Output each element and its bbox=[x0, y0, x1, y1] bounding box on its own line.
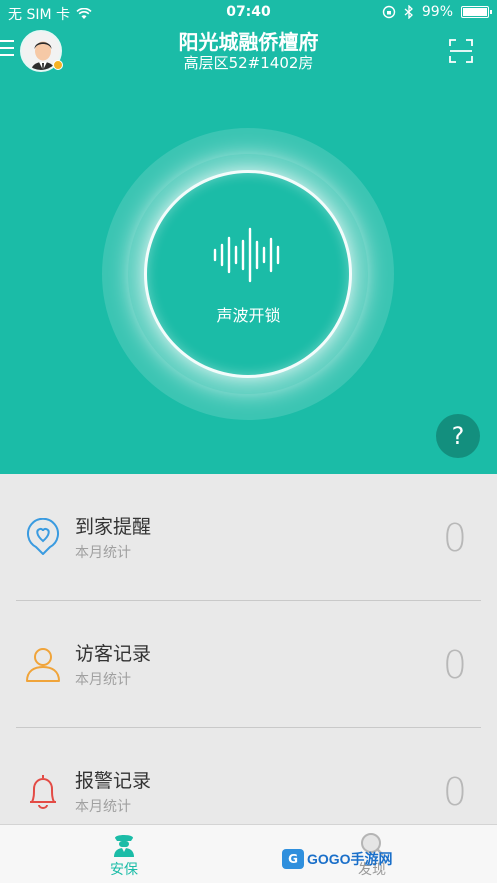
bell-icon bbox=[30, 775, 56, 809]
hero-panel: 阳光城融侨檀府 高层区52#1402房 声波开锁 ? bbox=[0, 26, 497, 474]
sonic-unlock-label: 声波开锁 bbox=[216, 306, 281, 325]
records-list: 到家提醒 本月统计 0 访客记录 本月统计 0 报警记录 本月统计 0 bbox=[0, 474, 497, 824]
person-icon bbox=[26, 648, 60, 682]
watermark: G GOGO手游网 bbox=[282, 848, 393, 870]
sound-wave-icon bbox=[213, 227, 280, 283]
scan-icon[interactable] bbox=[449, 39, 473, 63]
record-visitor[interactable]: 访客记录 本月统计 0 bbox=[0, 601, 497, 728]
record-title: 报警记录 bbox=[75, 770, 152, 792]
guard-icon bbox=[114, 835, 134, 857]
heart-location-icon bbox=[27, 518, 59, 555]
battery-icon bbox=[461, 6, 492, 18]
room-subtitle: 高层区52#1402房 bbox=[183, 54, 314, 72]
record-subtitle: 本月统计 bbox=[75, 672, 131, 688]
battery-fill bbox=[463, 8, 487, 16]
help-button[interactable]: ? bbox=[436, 414, 480, 458]
record-subtitle: 本月统计 bbox=[75, 545, 131, 561]
status-bar: 无 SIM 卡 07:40 99% bbox=[0, 0, 497, 26]
record-title: 访客记录 bbox=[75, 643, 152, 665]
record-alarm[interactable]: 报警记录 本月统计 0 bbox=[0, 728, 497, 824]
rotation-lock-icon bbox=[382, 5, 396, 19]
battery-percent: 99% bbox=[421, 4, 453, 20]
record-title: 到家提醒 bbox=[75, 516, 152, 538]
record-count: 0 bbox=[442, 770, 467, 814]
record-count: 0 bbox=[442, 516, 467, 560]
tab-bar: 安保 发现 bbox=[0, 824, 497, 883]
bluetooth-icon bbox=[404, 5, 413, 19]
tab-anbao[interactable]: 安保 bbox=[74, 825, 174, 883]
watermark-text: GOGO手游网 bbox=[307, 851, 393, 867]
record-subtitle: 本月统计 bbox=[75, 799, 131, 815]
record-arrival[interactable]: 到家提醒 本月统计 0 bbox=[0, 474, 497, 601]
record-count: 0 bbox=[442, 643, 467, 687]
community-title[interactable]: 阳光城融侨檀府 bbox=[0, 26, 497, 55]
status-right: 99% bbox=[382, 4, 492, 20]
watermark-logo-icon: G bbox=[282, 849, 304, 869]
tab-label: 安保 bbox=[110, 862, 138, 878]
